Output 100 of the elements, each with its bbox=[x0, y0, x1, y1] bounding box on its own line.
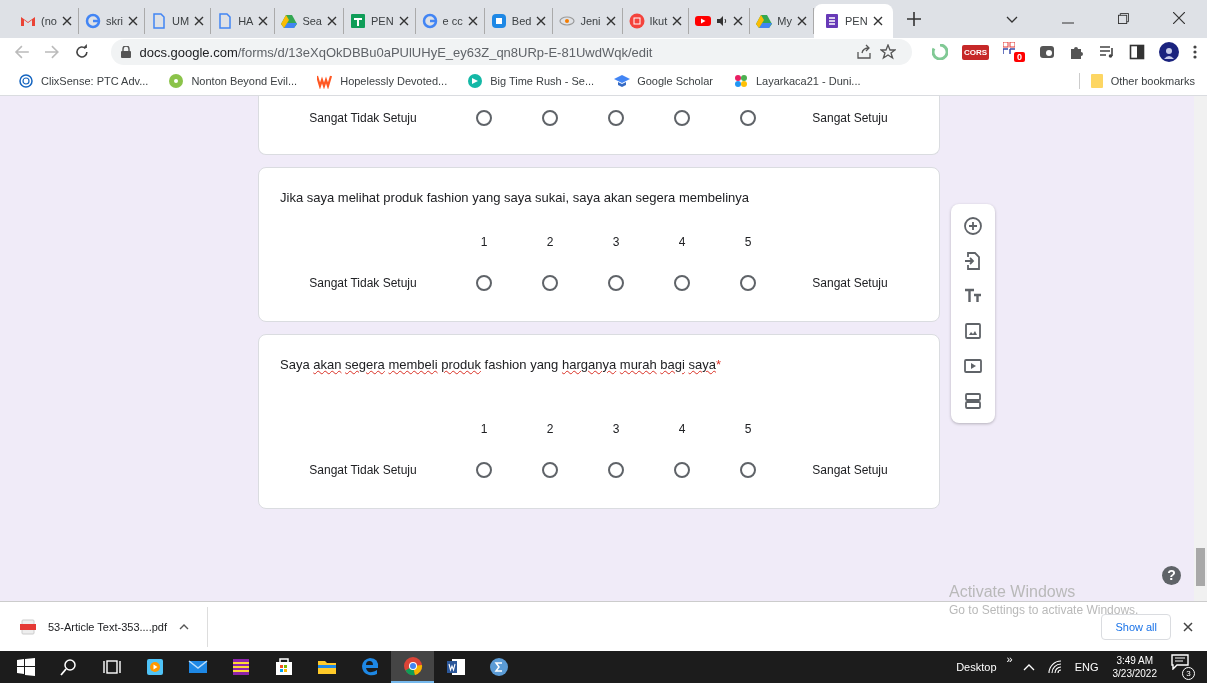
radio-button[interactable] bbox=[476, 462, 492, 478]
close-icon[interactable] bbox=[672, 16, 683, 26]
notification-count: 3 bbox=[1182, 667, 1195, 680]
close-icon[interactable] bbox=[398, 16, 409, 26]
scale-number: 4 bbox=[677, 235, 687, 249]
browser-tab[interactable]: Ikut bbox=[622, 8, 690, 34]
restore-icon[interactable] bbox=[1118, 13, 1129, 24]
cast-icon[interactable] bbox=[1039, 44, 1055, 60]
radio-button[interactable] bbox=[542, 110, 558, 126]
browser-tab[interactable]: PEN bbox=[344, 8, 416, 34]
side-panel-icon[interactable] bbox=[1129, 44, 1145, 60]
close-icon[interactable] bbox=[258, 16, 269, 26]
clock[interactable]: 3:49 AM 3/23/2022 bbox=[1112, 655, 1157, 679]
new-tab-icon[interactable] bbox=[906, 12, 921, 26]
message-icon bbox=[1171, 654, 1189, 670]
bookmark[interactable]: Google Scholar bbox=[614, 72, 713, 89]
star-icon[interactable] bbox=[879, 44, 896, 60]
scale-label: Sangat Setuju bbox=[811, 276, 889, 290]
wifi-icon[interactable] bbox=[1046, 659, 1063, 675]
close-icon[interactable] bbox=[796, 16, 807, 26]
close-icon[interactable] bbox=[467, 16, 478, 26]
radio-button[interactable] bbox=[740, 275, 756, 291]
notification-button[interactable]: 3 bbox=[1171, 654, 1195, 680]
extension-button[interactable]: 0 bbox=[1003, 42, 1025, 62]
video-icon[interactable] bbox=[963, 356, 983, 376]
add-question-icon[interactable] bbox=[963, 216, 983, 236]
radio-button[interactable] bbox=[542, 275, 558, 291]
caret-up-icon[interactable] bbox=[179, 623, 190, 630]
bookmark[interactable]: Layarkaca21 - Duni... bbox=[732, 72, 861, 89]
browser-tab[interactable]: My bbox=[750, 8, 814, 34]
radio-button[interactable] bbox=[608, 110, 624, 126]
bookmark[interactable]: Big Time Rush - Se... bbox=[467, 72, 595, 89]
radio-button[interactable] bbox=[674, 110, 690, 126]
radio-button[interactable] bbox=[674, 462, 690, 478]
download-item[interactable]: 53-Article Text-353....pdf bbox=[20, 606, 209, 647]
close-icon[interactable] bbox=[194, 16, 205, 26]
more-icon[interactable] bbox=[1193, 44, 1197, 60]
address-bar[interactable]: docs.google.com/forms/d/13eXqOkDBBu0aPUlUHyE_ey63Z_qn8URp-E-81UwdWqk/edit bbox=[111, 39, 912, 65]
browser-tab[interactable]: Bed bbox=[484, 8, 554, 34]
bookmark[interactable]: Nonton Beyond Evil... bbox=[168, 72, 298, 89]
scrollbar[interactable] bbox=[1194, 96, 1207, 601]
reload-icon[interactable] bbox=[73, 44, 90, 60]
bookmark[interactable]: Hopelessly Devoted... bbox=[317, 72, 448, 89]
browser-tab[interactable]: UM bbox=[145, 8, 212, 34]
extension-button[interactable]: CORS bbox=[961, 44, 989, 60]
import-icon[interactable] bbox=[963, 251, 983, 271]
image-icon[interactable] bbox=[963, 321, 983, 341]
taskview-icon bbox=[101, 657, 122, 677]
bookmark[interactable]: ClixSense: PTC Adv... bbox=[18, 72, 149, 89]
browser-tab[interactable]: (no bbox=[14, 8, 79, 34]
radio-button[interactable] bbox=[542, 462, 558, 478]
google-icon bbox=[421, 13, 438, 29]
toolbar-overflow[interactable]: » bbox=[1006, 653, 1013, 665]
google-icon bbox=[84, 13, 101, 29]
radio-button[interactable] bbox=[674, 275, 690, 291]
activation-title: Activate Windows bbox=[949, 583, 1077, 601]
close-icon[interactable] bbox=[872, 16, 883, 26]
scale-label: Sangat Tidak Setuju bbox=[308, 111, 418, 125]
help-button[interactable]: ? bbox=[1162, 566, 1181, 585]
desktop-toolbar[interactable]: Desktop bbox=[956, 661, 997, 673]
show-all-button[interactable]: Show all bbox=[1101, 613, 1171, 640]
browser-tab[interactable]: HA bbox=[211, 8, 276, 34]
share-icon[interactable] bbox=[855, 44, 872, 60]
scale-label: Sangat Tidak Setuju bbox=[308, 463, 418, 477]
input-language[interactable]: ENG bbox=[1074, 661, 1099, 673]
close-icon[interactable] bbox=[128, 16, 138, 26]
browser-tab[interactable]: e cc bbox=[415, 8, 485, 34]
radio-button[interactable] bbox=[476, 275, 492, 291]
section-icon[interactable] bbox=[963, 391, 983, 411]
close-icon[interactable] bbox=[61, 16, 72, 26]
close-icon[interactable] bbox=[536, 16, 547, 26]
start-icon bbox=[15, 657, 36, 677]
folder-icon bbox=[1089, 72, 1104, 89]
close-icon[interactable] bbox=[1173, 12, 1185, 24]
question-title: Jika saya melihat produk fashion yang saya sukai, saya akan segera membelinya bbox=[279, 190, 750, 205]
browser-tab[interactable]: Sea bbox=[275, 8, 344, 34]
radio-button[interactable] bbox=[740, 110, 756, 126]
radio-button[interactable] bbox=[476, 110, 492, 126]
playlist-icon[interactable] bbox=[1099, 44, 1115, 60]
store-icon bbox=[273, 657, 294, 677]
browser-tab[interactable]: Jeni bbox=[553, 8, 623, 34]
close-icon[interactable] bbox=[1183, 621, 1193, 632]
radio-button[interactable] bbox=[608, 462, 624, 478]
scale-number: 5 bbox=[743, 235, 753, 249]
caret-down-icon[interactable] bbox=[1006, 16, 1018, 24]
scale-label: Sangat Setuju bbox=[811, 111, 889, 125]
other-bookmarks[interactable]: Other bookmarks bbox=[1078, 72, 1195, 89]
scale-number: 4 bbox=[677, 422, 687, 436]
browser-tab[interactable]: PEN bbox=[813, 4, 893, 38]
puzzle-icon[interactable] bbox=[1069, 44, 1085, 60]
radio-button[interactable] bbox=[608, 275, 624, 291]
close-icon[interactable] bbox=[733, 16, 744, 26]
scale-label: Sangat Setuju bbox=[811, 463, 889, 477]
word-icon bbox=[445, 657, 466, 677]
close-icon[interactable] bbox=[605, 16, 616, 26]
chevron-up-icon[interactable] bbox=[1022, 663, 1035, 671]
radio-button[interactable] bbox=[740, 462, 756, 478]
avatar-icon[interactable] bbox=[1159, 42, 1179, 62]
browser-tab[interactable]: skri bbox=[78, 8, 145, 34]
close-icon[interactable] bbox=[327, 16, 337, 26]
